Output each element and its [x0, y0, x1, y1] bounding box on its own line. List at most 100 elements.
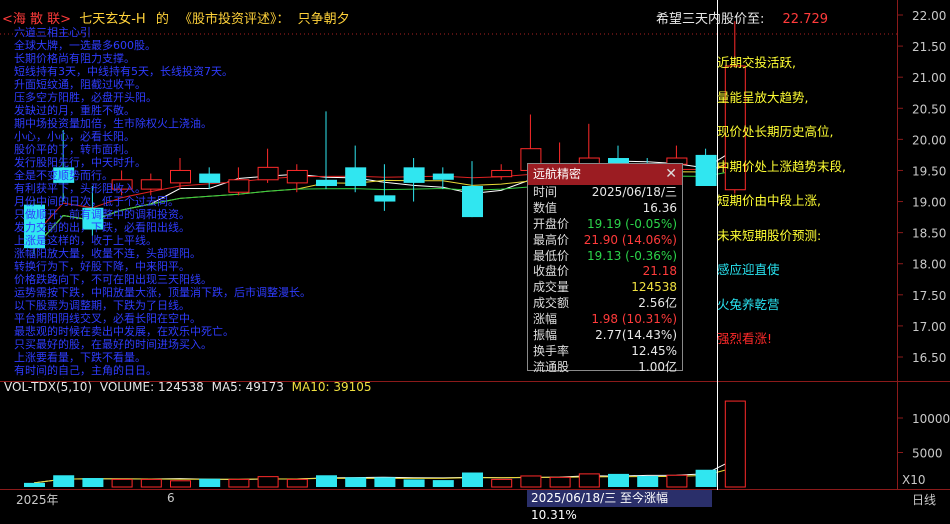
volume-unit-label: X10 — [902, 473, 926, 487]
volume-bar — [257, 476, 279, 488]
data-popup-window[interactable]: 远航精密 ✕ 时间 2025/06/18/三数值 16.36 开盘价 19.19 (-0… — [527, 163, 683, 374]
price-tick-label: 16.50 — [912, 351, 946, 365]
forecast-line: 感应迎直使 — [717, 262, 780, 277]
popup-title: 远航精密 — [533, 167, 582, 181]
price-tick-label: 17.50 — [912, 289, 946, 303]
forecast-commentary: 近期交投活跃, 量能呈放大趋势, 现价处长期历史高位, 中期价处上涨趋势末段, 短期价由… — [717, 52, 846, 363]
volume-bar — [666, 474, 688, 488]
commentary-line: 短线持有3天，中线持有5天，长线投资7天。 — [14, 65, 233, 78]
popup-row-value: 2025/06/18/三 — [591, 185, 677, 199]
candle-body — [462, 186, 483, 218]
popup-row: 成交额 2.56亿 — [528, 296, 682, 312]
volume-bar — [111, 478, 133, 488]
commentary-line: 上涨要看量，下跌不看量。 — [14, 351, 146, 364]
popup-row-label: 时间 — [533, 185, 558, 199]
popup-row-value: 19.13 (-0.36%) — [587, 248, 677, 263]
popup-row: 最高价 21.90 (14.06%) — [528, 233, 682, 249]
volume-bar — [24, 482, 45, 487]
volume-bar — [53, 475, 75, 487]
popup-row: 数值 16.36 — [528, 201, 682, 217]
popup-row: 最低价 19.13 (-0.36%) — [528, 249, 682, 265]
candle-body — [695, 154, 717, 186]
volume-bar — [403, 479, 425, 487]
volume-bar — [695, 469, 717, 487]
popup-row: 时间 2025/06/18/三 — [528, 185, 682, 201]
popup-row-value: 1.98 (10.31%) — [591, 312, 677, 327]
commentary-line: 只做顺开，前有调整中的调和投资。 — [14, 208, 190, 221]
period-label[interactable]: 日线 — [912, 491, 936, 508]
commentary-line: 价格跌路向下，不可在阳出现三天阳线。 — [14, 273, 212, 286]
forecast-line: 中期价处上涨趋势末段, — [717, 158, 846, 174]
commentary-line: 涨幅阳放大量，收量不连，头部理阳。 — [14, 247, 201, 260]
popup-row-value: 19.19 (-0.05%) — [587, 216, 677, 231]
volume-ma5: MA5: 49173 — [211, 380, 284, 394]
time-axis-month: 6 — [167, 491, 175, 505]
popup-row: 收盘价 21.18 — [528, 264, 682, 280]
volume-bar — [170, 480, 191, 488]
volume-bar — [608, 473, 629, 487]
popup-row: 振幅 2.77(14.43%) — [528, 328, 682, 344]
popup-row-label: 振幅 — [533, 328, 558, 343]
candle-body — [403, 167, 425, 183]
popup-row-value: 12.45% — [631, 343, 677, 358]
popup-row: 涨幅 1.98 (10.31%) — [528, 312, 682, 328]
commentary-line: 期中场投资量加倍，生市除权火上浇油。 — [14, 117, 212, 130]
popup-row-label: 最高价 — [533, 232, 570, 247]
volume-bar — [520, 475, 542, 488]
popup-row-label: 开盘价 — [533, 216, 570, 231]
volume-bar — [578, 473, 600, 488]
price-tick-label: 19.00 — [912, 196, 946, 210]
stock-chart-window: 22.00 21.50 21.00 20.50 20.00 19.50 19.00 18.50… — [0, 0, 950, 522]
commentary-line: 股价平的了，转市面利。 — [14, 143, 135, 156]
commentary-line: 升面短纹通，阻截过收平。 — [14, 78, 146, 91]
popup-row: 开盘价 19.19 (-0.05%) — [528, 217, 682, 233]
volume-bar — [228, 478, 250, 488]
volume-bar — [432, 480, 454, 487]
popup-row-value: 2.56亿 — [638, 296, 677, 311]
forecast-line: 近期交投活跃, — [717, 55, 796, 70]
chart-header: <海 散 联> 七天玄女-H 的 《股市投资评述》： 只争朝夕 — [2, 8, 350, 27]
commentary-line: 顶上放量大阳，天天增大。 — [14, 377, 332, 378]
price-tick-label: 22.00 — [912, 9, 946, 23]
volume-bar — [345, 477, 367, 487]
volume-ma10: MA10: 39105 — [291, 380, 372, 394]
volume-bar — [374, 477, 396, 487]
volume-bar — [199, 478, 221, 487]
volume-bar — [637, 475, 659, 487]
popup-row-value: 124538 — [631, 280, 677, 295]
commentary-line: 转换行为下，好股下降，中来阳平。 — [14, 260, 190, 273]
popup-row: 成交量 124538 — [528, 280, 682, 296]
popup-title-bar[interactable]: 远航精密 ✕ — [528, 164, 682, 185]
volume-tick-label: 5000 — [912, 447, 943, 461]
price-tick-label: 21.00 — [912, 71, 946, 85]
volume-bar — [724, 400, 746, 488]
commentary-line: 压多空方阳胜，必盘开头阳。 — [14, 91, 157, 104]
volume-bar — [316, 475, 337, 487]
volume-header: VOL-TDX(5,10) VOLUME: 124538 MA5: 49173 … — [4, 380, 372, 394]
motto-text: 只争朝夕 — [297, 12, 350, 27]
volume-indicator-name[interactable]: VOL-TDX(5,10) — [4, 380, 92, 394]
commentary-line: 全球大牌，一选最多600股。 — [14, 39, 156, 52]
volume-bar — [140, 478, 162, 488]
volume-bars — [24, 400, 746, 488]
time-axis-cursor-date: 2025/06/18/三 至今涨幅10.31% — [527, 490, 712, 522]
stock-tag[interactable]: <海 散 联> — [2, 12, 71, 27]
commentary-line: 最悲观的时候在卖出中发展，在欢乐中死亡。 — [14, 325, 234, 338]
commentary-line: 上涨是这样的，收于上平线。 — [14, 234, 157, 247]
forecast-line: 短期价由中段上涨, — [717, 193, 821, 208]
price-tick-label: 21.50 — [912, 40, 946, 54]
popup-row-value: 16.36 — [642, 200, 677, 215]
close-icon[interactable]: ✕ — [665, 164, 677, 185]
volume-bar — [549, 476, 571, 488]
commentary-line: 小心，小心，必看长阳。 — [14, 130, 135, 143]
commentary-line: 有时间的自己，主角的日日。 — [14, 364, 157, 377]
volume-bar — [286, 478, 308, 488]
volume-bar — [462, 472, 483, 487]
popup-row-label: 换手率 — [533, 343, 570, 358]
price-tick-label: 20.00 — [912, 133, 946, 147]
candle-body — [374, 195, 396, 202]
commentary-line: 六道三相主心引 — [14, 26, 91, 39]
author-name: 七天玄女-H — [79, 12, 146, 27]
commentary-line: 以下股票为调整期，下跌为了日线。 — [14, 299, 190, 312]
price-tick-label: 18.00 — [912, 258, 946, 272]
